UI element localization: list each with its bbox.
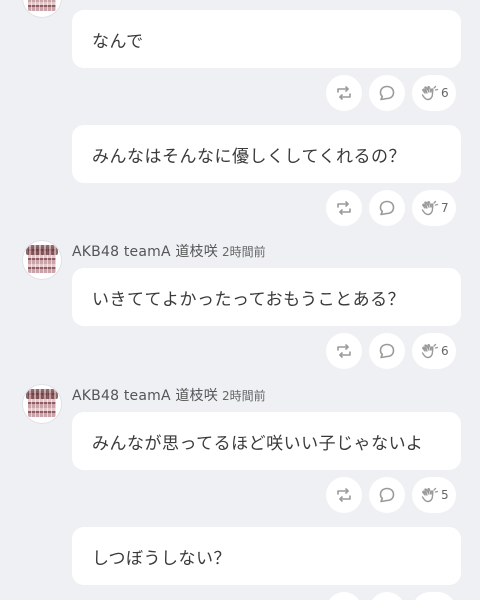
- comment-icon: [379, 200, 395, 216]
- post-meta: AKB48 teamA 道枝咲 2時間前: [72, 385, 266, 405]
- message-bubble: みんなはそんなに優しくしてくれるの？: [72, 125, 461, 183]
- message-text: みんなはそんなに優しくしてくれるの？: [92, 146, 406, 167]
- avatar[interactable]: [22, 240, 62, 280]
- retweet-icon: [337, 344, 351, 358]
- post-actions: 7: [326, 190, 458, 226]
- message-feed: なんで 6 みんなはそんなに優しくしてくれるの？ 7 AKB48 teamA 道…: [0, 0, 480, 600]
- message-bubble: みんなが思ってるほど咲いい子じゃないよ: [72, 412, 461, 470]
- message-text: いきててよかったっておもうことある？: [92, 289, 406, 310]
- clap-count: 7: [441, 201, 449, 215]
- comment-button[interactable]: [369, 190, 405, 226]
- clap-button[interactable]: 5: [412, 477, 456, 513]
- comment-button[interactable]: [369, 477, 405, 513]
- post-actions: 6: [326, 333, 458, 369]
- clap-icon: [421, 85, 439, 101]
- clap-icon: [421, 343, 439, 359]
- post-actions: [326, 592, 458, 600]
- message-text: なんで: [92, 31, 144, 52]
- author-name[interactable]: AKB48 teamA 道枝咲: [72, 244, 218, 260]
- message-bubble: なんで: [72, 10, 461, 68]
- post-time: 2時間前: [221, 245, 266, 259]
- comment-button[interactable]: [369, 592, 405, 600]
- retweet-icon: [337, 201, 351, 215]
- retweet-button[interactable]: [326, 477, 362, 513]
- clap-button[interactable]: [412, 592, 456, 600]
- author-name[interactable]: AKB48 teamA 道枝咲: [72, 388, 218, 404]
- post-time: 2時間前: [221, 389, 266, 403]
- retweet-icon: [337, 86, 351, 100]
- clap-icon: [421, 200, 439, 216]
- clap-count: 6: [441, 344, 449, 358]
- retweet-button[interactable]: [326, 592, 362, 600]
- post-meta: AKB48 teamA 道枝咲 2時間前: [72, 241, 266, 261]
- message-bubble: いきててよかったっておもうことある？: [72, 268, 461, 326]
- clap-count: 6: [441, 86, 449, 100]
- message-text: みんなが思ってるほど咲いい子じゃないよ: [92, 433, 424, 454]
- retweet-button[interactable]: [326, 75, 362, 111]
- clap-count: 5: [441, 488, 449, 502]
- message-text: しつぼうしない？: [92, 548, 231, 569]
- clap-button[interactable]: 7: [412, 190, 456, 226]
- comment-button[interactable]: [369, 75, 405, 111]
- clap-icon: [421, 487, 439, 503]
- clap-button[interactable]: 6: [412, 75, 456, 111]
- retweet-button[interactable]: [326, 333, 362, 369]
- post-actions: 5: [326, 477, 458, 513]
- clap-button[interactable]: 6: [412, 333, 456, 369]
- message-bubble: しつぼうしない？: [72, 527, 461, 585]
- retweet-button[interactable]: [326, 190, 362, 226]
- post-actions: 6: [326, 75, 458, 111]
- comment-icon: [379, 343, 395, 359]
- comment-icon: [379, 487, 395, 503]
- retweet-icon: [337, 488, 351, 502]
- avatar[interactable]: [22, 384, 62, 424]
- comment-button[interactable]: [369, 333, 405, 369]
- comment-icon: [379, 85, 395, 101]
- avatar[interactable]: [22, 0, 62, 18]
